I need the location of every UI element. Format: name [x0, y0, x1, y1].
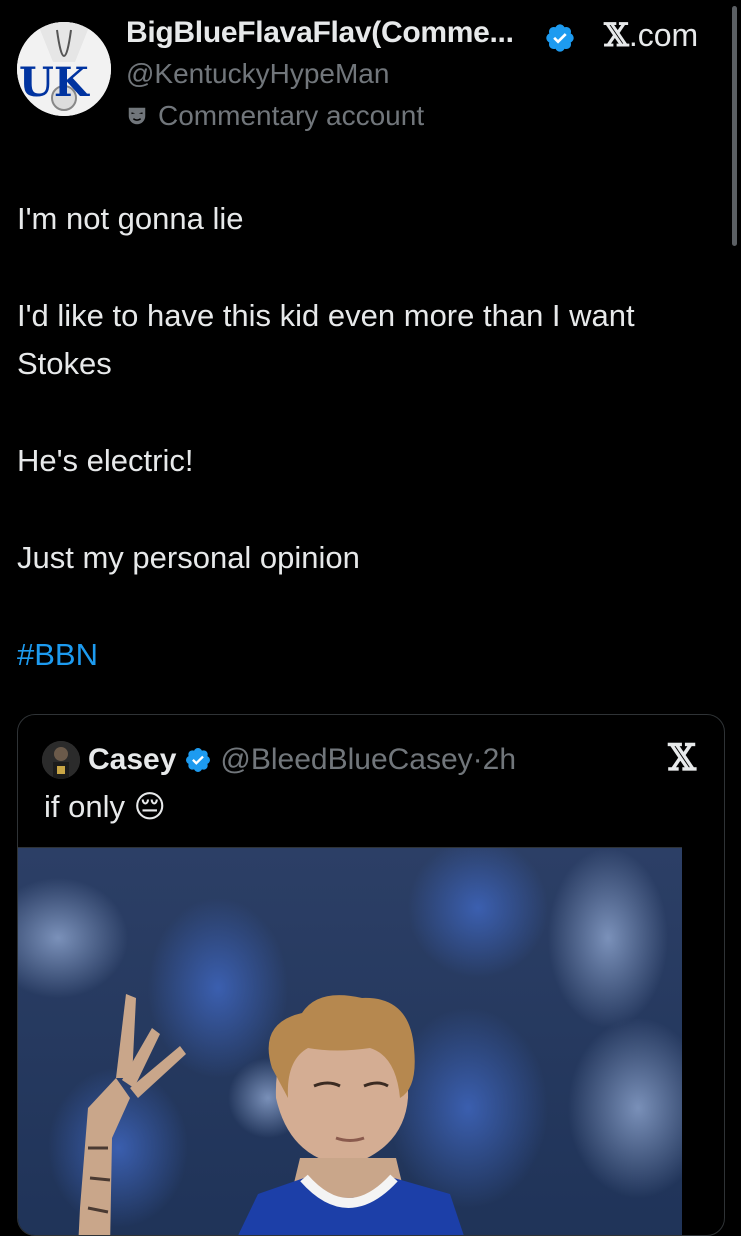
quoted-post-photo[interactable] [18, 847, 682, 1235]
x-logo-icon[interactable]: 𝕏 [668, 737, 696, 779]
x-com-link[interactable]: 𝕏.com [604, 16, 698, 54]
quoted-post[interactable]: Casey @BleedBlueCasey · 2h 𝕏 if only 😔 [17, 714, 725, 1236]
author-display-name[interactable]: BigBlueFlavaFlav(Comme... [126, 16, 514, 50]
post-paragraph: He's electric! [17, 443, 194, 478]
verified-badge-icon [546, 24, 574, 52]
quoted-author-name[interactable]: Casey [88, 743, 176, 777]
svg-text:UK: UK [19, 59, 90, 106]
pensive-emoji-icon: 😔 [133, 789, 166, 824]
author-avatar[interactable]: UK [17, 22, 111, 116]
mask-icon [128, 107, 146, 125]
verified-badge-icon [186, 748, 211, 772]
hashtag-link[interactable]: #BBN [17, 631, 717, 679]
quoted-post-text: if only 😔 [44, 789, 166, 825]
post-paragraph: I'm not gonna lie [17, 201, 244, 236]
post-body: I'm not gonna lie I'd like to have this … [17, 195, 717, 728]
quoted-text: if only [44, 789, 125, 824]
basketball-player-photo [18, 848, 682, 1235]
post-paragraph: I'd like to have this kid even more than… [17, 298, 635, 381]
commentary-label: Commentary account [126, 100, 424, 132]
commentary-label-text: Commentary account [158, 100, 425, 131]
post-paragraph: Just my personal opinion [17, 540, 360, 575]
separator-dot: · [472, 743, 483, 776]
scrollbar[interactable] [732, 6, 737, 246]
quoted-author-avatar[interactable] [42, 741, 80, 779]
quoted-author-handle[interactable]: @BleedBlueCasey [220, 743, 472, 777]
quoted-timestamp[interactable]: 2h [483, 743, 516, 777]
x-logo-icon: 𝕏 [604, 16, 629, 54]
post-header: UK BigBlueFlavaFlav(Comme... 𝕏.com @Kent… [0, 0, 741, 150]
site-domain: .com [628, 17, 699, 53]
quoted-post-header: Casey @BleedBlueCasey · 2h [42, 737, 516, 783]
author-handle[interactable]: @KentuckyHypeMan [126, 58, 389, 90]
